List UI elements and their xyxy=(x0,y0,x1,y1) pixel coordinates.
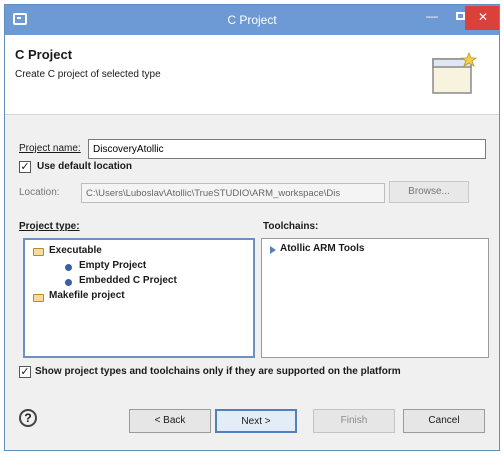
bullet-icon xyxy=(65,264,72,271)
project-name-input[interactable] xyxy=(88,139,486,159)
page-title: C Project xyxy=(15,47,73,62)
new-project-wizard-icon xyxy=(432,51,478,94)
project-name-label: Project name: xyxy=(19,143,81,154)
minimize-button[interactable]: — xyxy=(419,5,445,29)
wizard-content: Project name: ✓ Use default location Loc… xyxy=(5,115,499,395)
tree-item-label: Empty Project xyxy=(79,260,147,271)
project-type-label: Project type: xyxy=(19,221,80,232)
location-label: Location: xyxy=(19,187,60,198)
cancel-button[interactable]: Cancel xyxy=(403,409,485,433)
back-button[interactable]: < Back xyxy=(129,409,211,433)
tree-item-label: Makefile project xyxy=(49,290,125,301)
show-supported-checkbox[interactable]: ✓ xyxy=(19,366,31,378)
location-input[interactable] xyxy=(81,183,385,203)
toolchains-label: Toolchains: xyxy=(263,221,319,232)
wizard-footer: ? < Back Next > Finish Cancel xyxy=(5,395,499,450)
wizard-header: C Project Create C project of selected t… xyxy=(5,35,499,115)
c-project-dialog: C Project — ✕ C Project Create C project… xyxy=(4,4,500,451)
title-bar[interactable]: C Project — ✕ xyxy=(5,5,499,35)
toolchain-item-label: Atollic ARM Tools xyxy=(280,243,365,254)
tree-item-label: Embedded C Project xyxy=(79,275,177,286)
toolchains-list[interactable]: Atollic ARM Tools xyxy=(261,238,489,358)
page-description: Create C project of selected type xyxy=(15,69,161,80)
folder-open-icon xyxy=(33,248,44,256)
browse-button[interactable]: Browse... xyxy=(389,181,469,203)
expand-triangle-icon xyxy=(270,246,276,254)
folder-open-icon xyxy=(33,294,44,302)
show-supported-label: Show project types and toolchains only i… xyxy=(35,366,401,377)
help-icon[interactable]: ? xyxy=(19,409,37,427)
close-button[interactable]: ✕ xyxy=(465,6,499,30)
maximize-icon xyxy=(455,12,465,20)
finish-button[interactable]: Finish xyxy=(313,409,395,433)
use-default-location-label: Use default location xyxy=(37,161,133,172)
use-default-location-checkbox[interactable]: ✓ xyxy=(19,161,31,173)
bullet-icon xyxy=(65,279,72,286)
project-type-tree[interactable]: Executable Empty Project Embedded C Proj… xyxy=(23,238,255,358)
next-button[interactable]: Next > xyxy=(215,409,297,433)
tree-item-label: Executable xyxy=(49,245,102,256)
